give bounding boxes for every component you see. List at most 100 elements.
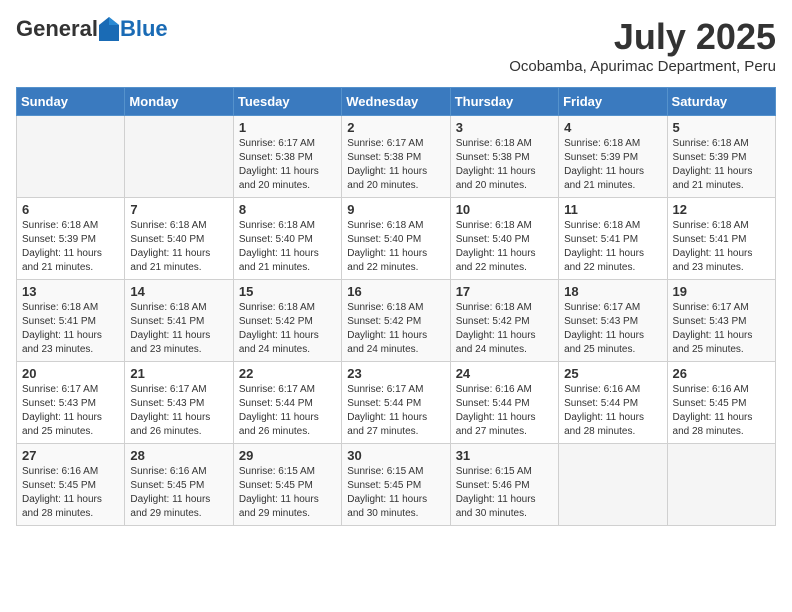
day-number: 16 [347,284,444,299]
day-number: 8 [239,202,336,217]
day-info: Sunrise: 6:18 AM Sunset: 5:41 PM Dayligh… [673,219,770,275]
day-info: Sunrise: 6:16 AM Sunset: 5:45 PM Dayligh… [130,465,227,521]
day-info: Sunrise: 6:16 AM Sunset: 5:44 PM Dayligh… [456,383,553,439]
day-number: 26 [673,366,770,381]
day-info: Sunrise: 6:18 AM Sunset: 5:42 PM Dayligh… [347,301,444,357]
day-info: Sunrise: 6:18 AM Sunset: 5:41 PM Dayligh… [130,301,227,357]
calendar-header-tuesday: Tuesday [233,88,341,116]
day-number: 12 [673,202,770,217]
day-number: 23 [347,366,444,381]
logo: General Blue [16,16,168,42]
calendar-week-row: 1Sunrise: 6:17 AM Sunset: 5:38 PM Daylig… [17,116,776,198]
day-info: Sunrise: 6:18 AM Sunset: 5:42 PM Dayligh… [456,301,553,357]
day-info: Sunrise: 6:16 AM Sunset: 5:45 PM Dayligh… [22,465,119,521]
day-number: 3 [456,120,553,135]
calendar-cell: 30Sunrise: 6:15 AM Sunset: 5:45 PM Dayli… [342,444,450,526]
title-block: July 2025 Ocobamba, Apurimac Department,… [509,16,776,75]
day-number: 22 [239,366,336,381]
calendar-cell: 5 Sunrise: 6:18 AM Sunset: 5:39 PM Daylig… [667,116,775,198]
logo-blue-text: Blue [120,16,168,42]
calendar-cell [667,444,775,526]
calendar-header-row: SundayMondayTuesdayWednesdayThursdayFrid… [17,88,776,116]
day-number: 11 [564,202,661,217]
calendar-cell: 16 Sunrise: 6:18 AM Sunset: 5:42 PM Dayli… [342,280,450,362]
calendar-header-monday: Monday [125,88,233,116]
calendar-cell: 23 Sunrise: 6:17 AM Sunset: 5:44 PM Dayli… [342,362,450,444]
calendar-header-wednesday: Wednesday [342,88,450,116]
day-info: Sunrise: 6:18 AM Sunset: 5:39 PM Dayligh… [22,219,119,275]
day-info: Sunrise: 6:18 AM Sunset: 5:41 PM Dayligh… [22,301,119,357]
day-number: 17 [456,284,553,299]
day-info: Sunrise: 6:18 AM Sunset: 5:42 PM Dayligh… [239,301,336,357]
location-subtitle: Ocobamba, Apurimac Department, Peru [509,58,776,75]
calendar-cell: 31 Sunrise: 6:15 AM Sunset: 5:46 PM Dayli… [450,444,558,526]
day-info: Sunrise: 6:16 AM Sunset: 5:45 PM Dayligh… [673,383,770,439]
day-number: 29 [239,448,336,463]
calendar-cell [559,444,667,526]
calendar-cell: 3Sunrise: 6:18 AM Sunset: 5:38 PM Daylig… [450,116,558,198]
day-number: 6 [22,202,119,217]
day-number: 20 [22,366,119,381]
day-number: 31 [456,448,553,463]
day-info: Sunrise: 6:17 AM Sunset: 5:44 PM Dayligh… [239,383,336,439]
day-info: Sunrise: 6:17 AM Sunset: 5:43 PM Dayligh… [564,301,661,357]
day-number: 25 [564,366,661,381]
day-number: 10 [456,202,553,217]
day-number: 13 [22,284,119,299]
calendar-cell: 4Sunrise: 6:18 AM Sunset: 5:39 PM Daylig… [559,116,667,198]
calendar-cell: 24Sunrise: 6:16 AM Sunset: 5:44 PM Dayli… [450,362,558,444]
calendar-cell: 17 Sunrise: 6:18 AM Sunset: 5:42 PM Dayli… [450,280,558,362]
day-info: Sunrise: 6:18 AM Sunset: 5:40 PM Dayligh… [130,219,227,275]
day-info: Sunrise: 6:18 AM Sunset: 5:40 PM Dayligh… [347,219,444,275]
calendar-cell: 29 Sunrise: 6:15 AM Sunset: 5:45 PM Dayli… [233,444,341,526]
calendar-header-sunday: Sunday [17,88,125,116]
calendar-cell: 28 Sunrise: 6:16 AM Sunset: 5:45 PM Dayli… [125,444,233,526]
calendar-cell: 22 Sunrise: 6:17 AM Sunset: 5:44 PM Dayli… [233,362,341,444]
day-number: 5 [673,120,770,135]
calendar-cell: 15 Sunrise: 6:18 AM Sunset: 5:42 PM Dayli… [233,280,341,362]
calendar-header-saturday: Saturday [667,88,775,116]
day-info: Sunrise: 6:18 AM Sunset: 5:41 PM Dayligh… [564,219,661,275]
calendar-cell [125,116,233,198]
calendar-header-thursday: Thursday [450,88,558,116]
day-number: 15 [239,284,336,299]
calendar-cell [17,116,125,198]
day-number: 9 [347,202,444,217]
calendar-cell: 1Sunrise: 6:17 AM Sunset: 5:38 PM Daylig… [233,116,341,198]
calendar-cell: 21 Sunrise: 6:17 AM Sunset: 5:43 PM Dayli… [125,362,233,444]
calendar-cell: 10 Sunrise: 6:18 AM Sunset: 5:40 PM Dayli… [450,198,558,280]
calendar-week-row: 6 Sunrise: 6:18 AM Sunset: 5:39 PM Daylig… [17,198,776,280]
calendar-cell: 18Sunrise: 6:17 AM Sunset: 5:43 PM Dayli… [559,280,667,362]
day-info: Sunrise: 6:17 AM Sunset: 5:43 PM Dayligh… [130,383,227,439]
calendar-week-row: 13 Sunrise: 6:18 AM Sunset: 5:41 PM Dayli… [17,280,776,362]
day-number: 30 [347,448,444,463]
day-info: Sunrise: 6:15 AM Sunset: 5:46 PM Dayligh… [456,465,553,521]
calendar-week-row: 27Sunrise: 6:16 AM Sunset: 5:45 PM Dayli… [17,444,776,526]
calendar-cell: 11 Sunrise: 6:18 AM Sunset: 5:41 PM Dayli… [559,198,667,280]
day-number: 14 [130,284,227,299]
calendar-table: SundayMondayTuesdayWednesdayThursdayFrid… [16,87,776,526]
day-number: 19 [673,284,770,299]
day-info: Sunrise: 6:18 AM Sunset: 5:40 PM Dayligh… [456,219,553,275]
day-info: Sunrise: 6:17 AM Sunset: 5:43 PM Dayligh… [673,301,770,357]
day-info: Sunrise: 6:15 AM Sunset: 5:45 PM Dayligh… [239,465,336,521]
day-number: 28 [130,448,227,463]
day-info: Sunrise: 6:17 AM Sunset: 5:44 PM Dayligh… [347,383,444,439]
day-info: Sunrise: 6:18 AM Sunset: 5:39 PM Dayligh… [673,137,770,193]
calendar-cell: 8 Sunrise: 6:18 AM Sunset: 5:40 PM Daylig… [233,198,341,280]
calendar-header-friday: Friday [559,88,667,116]
day-info: Sunrise: 6:18 AM Sunset: 5:39 PM Dayligh… [564,137,661,193]
day-info: Sunrise: 6:18 AM Sunset: 5:40 PM Dayligh… [239,219,336,275]
calendar-cell: 12 Sunrise: 6:18 AM Sunset: 5:41 PM Dayli… [667,198,775,280]
calendar-cell: 2Sunrise: 6:17 AM Sunset: 5:38 PM Daylig… [342,116,450,198]
day-number: 7 [130,202,227,217]
calendar-cell: 20 Sunrise: 6:17 AM Sunset: 5:43 PM Dayli… [17,362,125,444]
day-info: Sunrise: 6:17 AM Sunset: 5:43 PM Dayligh… [22,383,119,439]
calendar-cell: 27Sunrise: 6:16 AM Sunset: 5:45 PM Dayli… [17,444,125,526]
calendar-cell: 7 Sunrise: 6:18 AM Sunset: 5:40 PM Daylig… [125,198,233,280]
calendar-cell: 26 Sunrise: 6:16 AM Sunset: 5:45 PM Dayli… [667,362,775,444]
day-number: 21 [130,366,227,381]
day-info: Sunrise: 6:16 AM Sunset: 5:44 PM Dayligh… [564,383,661,439]
day-info: Sunrise: 6:17 AM Sunset: 5:38 PM Dayligh… [347,137,444,193]
calendar-cell: 19 Sunrise: 6:17 AM Sunset: 5:43 PM Dayli… [667,280,775,362]
